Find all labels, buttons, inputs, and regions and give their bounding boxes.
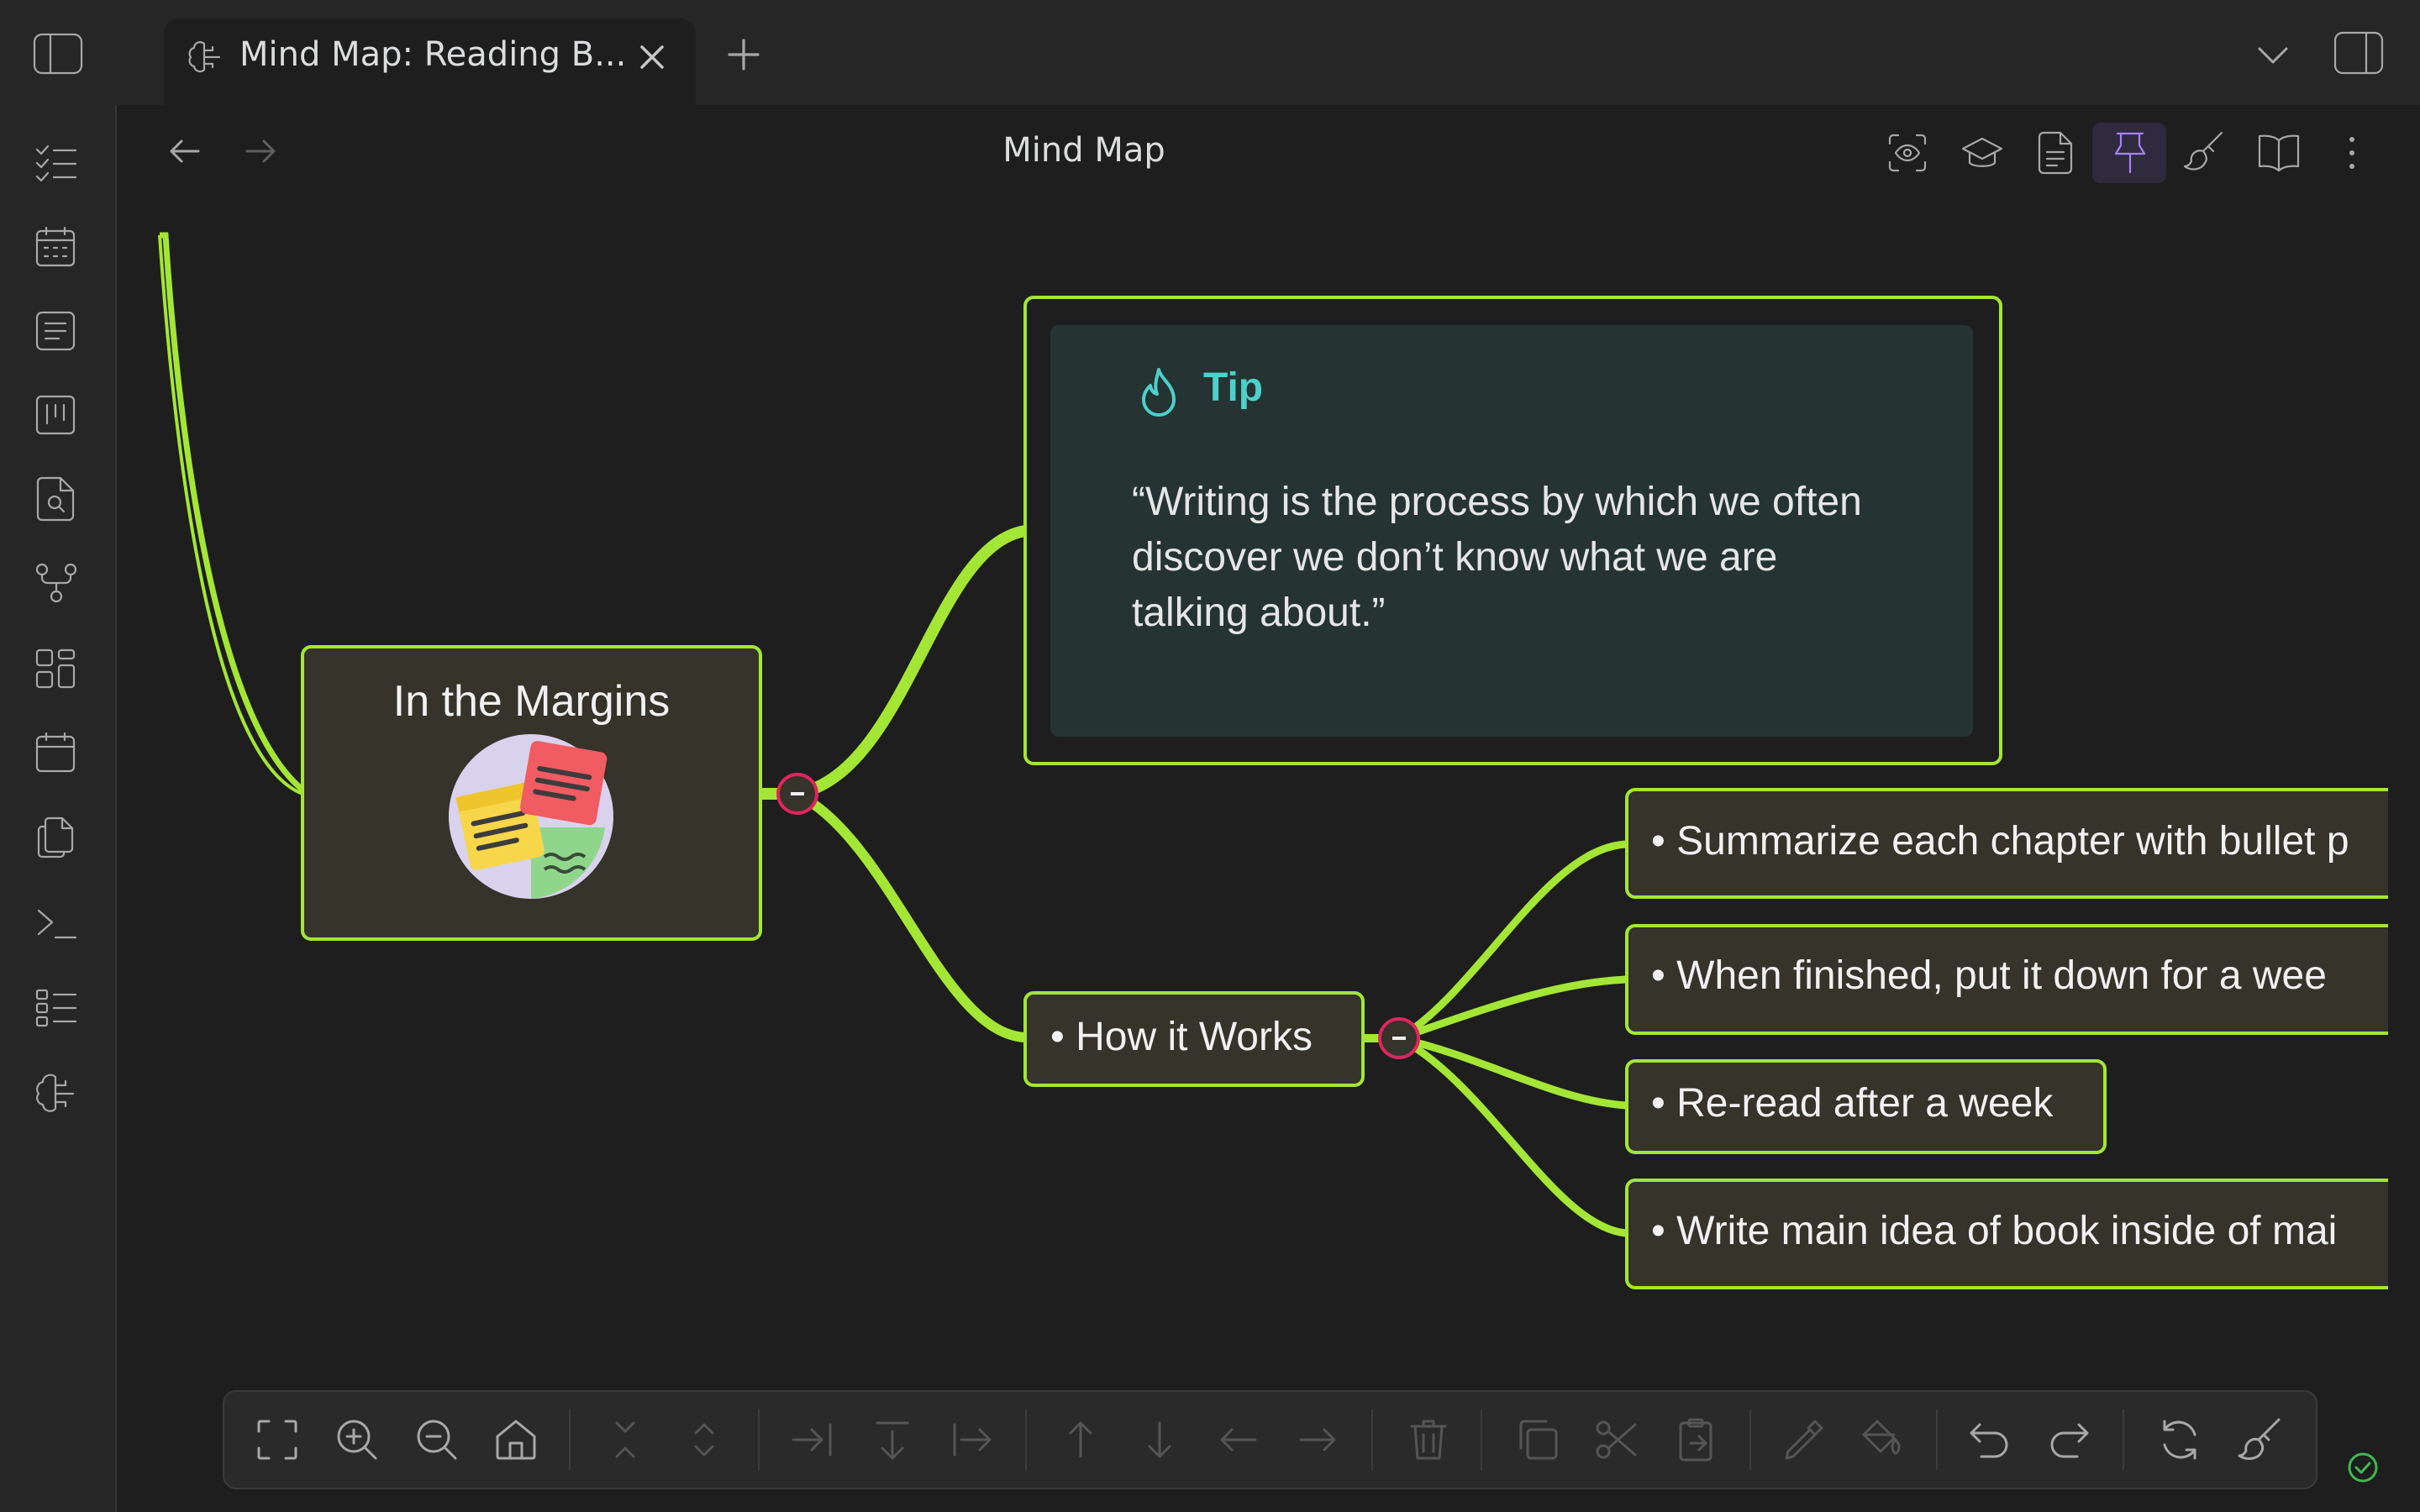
add-sibling-below-icon[interactable] xyxy=(867,1415,918,1465)
zoom-in-icon[interactable] xyxy=(332,1415,382,1465)
cut-icon[interactable] xyxy=(1591,1415,1642,1465)
step-label-2: • When finished, put it down for a wee xyxy=(1651,953,2327,998)
step-label-3: • Re-read after a week xyxy=(1651,1081,2054,1126)
pick-color-icon[interactable] xyxy=(1778,1415,1828,1465)
toolbar-separator xyxy=(1025,1410,1027,1470)
step-label-4: • Write main idea of book inside of mai xyxy=(1651,1209,2338,1253)
add-child-icon[interactable] xyxy=(788,1415,839,1465)
expand-all-icon[interactable] xyxy=(679,1415,729,1465)
add-sibling-icon[interactable] xyxy=(946,1415,997,1465)
move-down-icon[interactable] xyxy=(1134,1415,1185,1465)
toolbar-separator xyxy=(1749,1410,1751,1470)
refresh-icon[interactable] xyxy=(2154,1415,2205,1465)
step-label-1: • Summarize each chapter with bullet p xyxy=(1651,819,2349,864)
zoom-out-icon[interactable] xyxy=(412,1415,462,1465)
sync-status-icon[interactable] xyxy=(2344,1449,2381,1486)
redo-icon[interactable] xyxy=(2044,1415,2094,1465)
undo-icon[interactable] xyxy=(1965,1415,2015,1465)
move-up-icon[interactable] xyxy=(1055,1415,1106,1465)
toolbar-separator xyxy=(1371,1410,1373,1470)
toolbar-separator xyxy=(2123,1410,2124,1470)
toolbar-separator xyxy=(1936,1410,1938,1470)
theme-brush-icon[interactable] xyxy=(2235,1415,2286,1465)
toolbar-separator xyxy=(758,1410,760,1470)
toolbar-separator xyxy=(569,1410,571,1470)
move-left-icon[interactable] xyxy=(1213,1415,1264,1465)
home-icon[interactable] xyxy=(491,1415,541,1465)
paste-icon[interactable] xyxy=(1670,1415,1721,1465)
copy-icon[interactable] xyxy=(1512,1415,1563,1465)
fit-screen-icon[interactable] xyxy=(252,1415,302,1465)
canvas-viewport: • Summarize each chapter with bullet p •… xyxy=(117,210,2388,1386)
delete-icon[interactable] xyxy=(1403,1415,1454,1465)
move-right-icon[interactable] xyxy=(1292,1415,1343,1465)
toolbar-separator xyxy=(1481,1410,1482,1470)
fill-color-icon[interactable] xyxy=(1857,1415,1907,1465)
collapse-all-icon[interactable] xyxy=(600,1415,650,1465)
